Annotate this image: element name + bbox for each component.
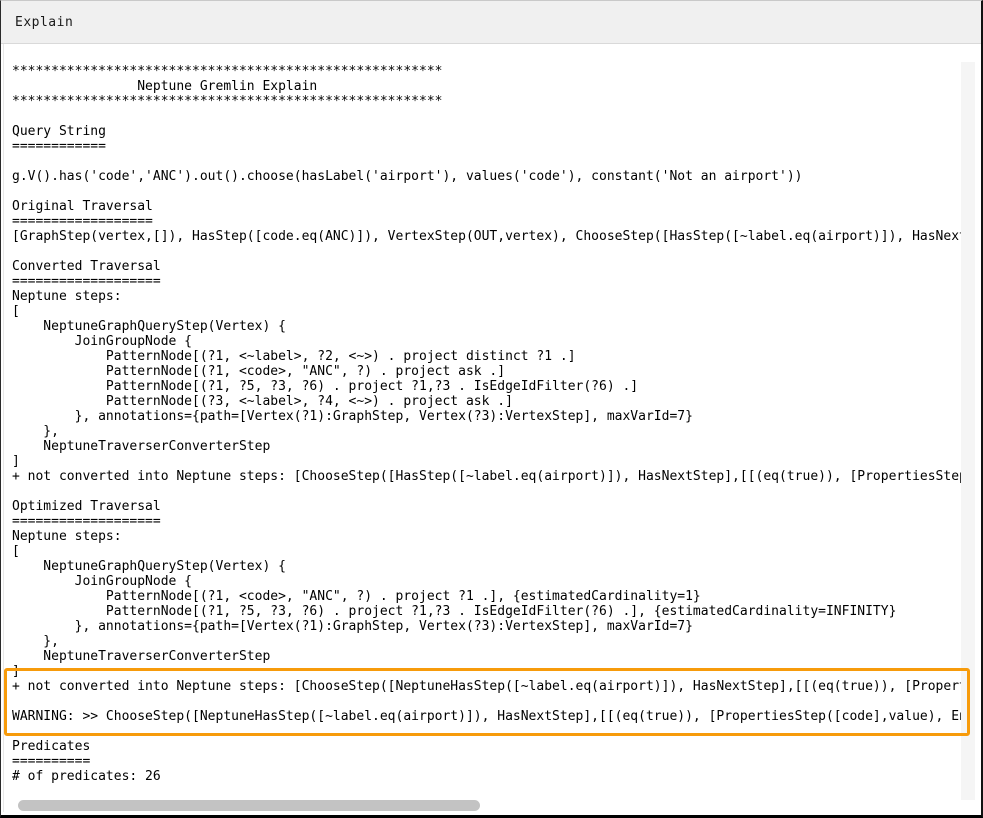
output-tab-bar: Explain [1,1,981,44]
tab-explain[interactable]: Explain [1,15,73,30]
explain-output-window: Explain ********************************… [0,0,983,818]
explain-output-area: ****************************************… [1,44,981,815]
horizontal-scrollbar-thumb[interactable] [18,800,480,811]
explain-output-text: ****************************************… [1,64,963,786]
vertical-scrollbar[interactable] [961,62,975,800]
